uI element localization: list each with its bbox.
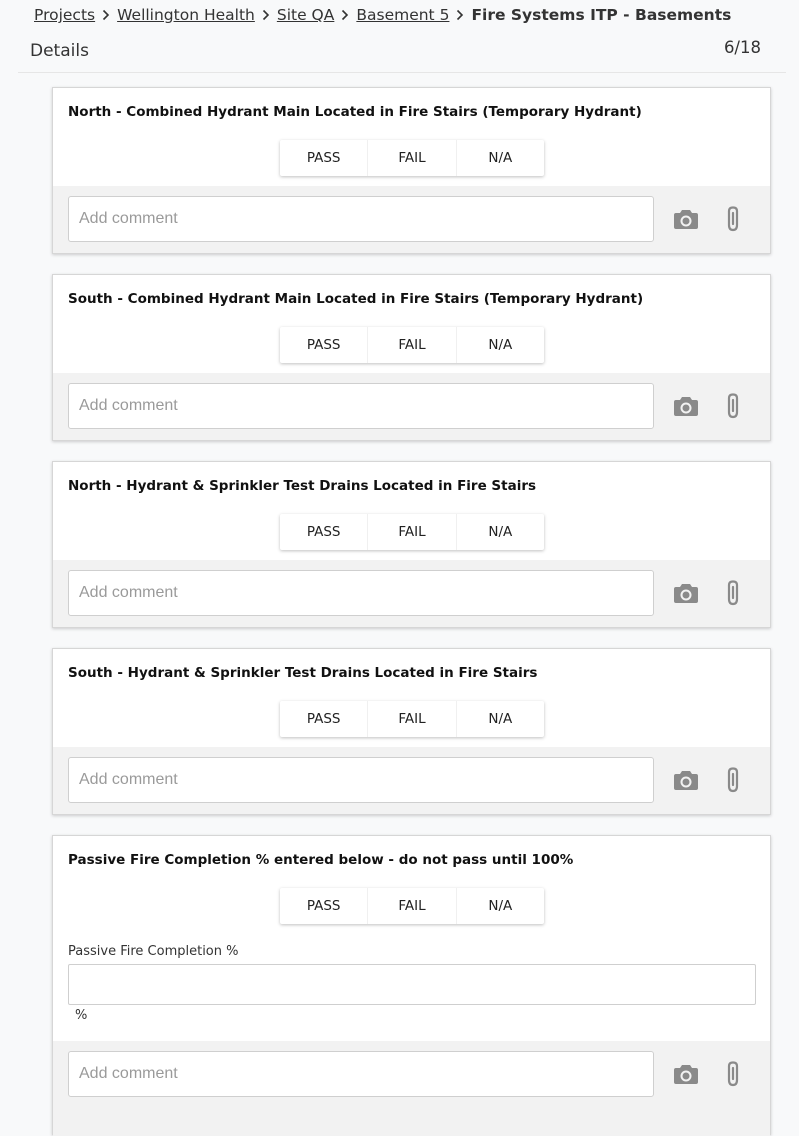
percent-unit: % <box>75 1008 88 1023</box>
breadcrumb: Projects Wellington Health Site QA Basem… <box>34 5 731 25</box>
fail-button[interactable]: FAIL <box>368 327 457 363</box>
comment-input[interactable] <box>68 196 654 242</box>
na-button[interactable]: N/A <box>457 888 544 924</box>
progress-count: 6/18 <box>723 38 761 57</box>
pass-button[interactable]: PASS <box>280 701 369 737</box>
breadcrumb-current: Fire Systems ITP - Basements <box>471 6 732 24</box>
pass-button[interactable]: PASS <box>280 888 369 924</box>
na-button[interactable]: N/A <box>457 514 544 550</box>
fail-button[interactable]: FAIL <box>368 701 457 737</box>
camera-icon[interactable] <box>673 394 699 418</box>
comment-input[interactable] <box>68 1051 654 1097</box>
fail-button[interactable]: FAIL <box>368 888 457 924</box>
checklist-item: North - Hydrant & Sprinkler Test Drains … <box>52 461 771 628</box>
fail-button[interactable]: FAIL <box>368 514 457 550</box>
comment-area <box>53 1041 770 1136</box>
na-button[interactable]: N/A <box>457 327 544 363</box>
comment-area <box>53 373 770 440</box>
result-toggle: PASS FAIL N/A <box>280 327 544 363</box>
na-button[interactable]: N/A <box>457 701 544 737</box>
paperclip-icon[interactable] <box>725 205 743 233</box>
checklist-item: South - Hydrant & Sprinkler Test Drains … <box>52 648 771 815</box>
fail-button[interactable]: FAIL <box>368 140 457 176</box>
pass-button[interactable]: PASS <box>280 327 369 363</box>
result-toggle: PASS FAIL N/A <box>280 701 544 737</box>
paperclip-icon[interactable] <box>725 1060 743 1088</box>
paperclip-icon[interactable] <box>725 579 743 607</box>
result-toggle: PASS FAIL N/A <box>280 140 544 176</box>
breadcrumb-basement-5[interactable]: Basement 5 <box>356 6 449 24</box>
checklist-item: Passive Fire Completion % entered below … <box>52 835 771 1136</box>
item-title: South - Hydrant & Sprinkler Test Drains … <box>68 665 538 681</box>
breadcrumb-site-qa[interactable]: Site QA <box>277 6 335 24</box>
details-header: Details 6/18 <box>18 36 786 73</box>
comment-input[interactable] <box>68 570 654 616</box>
na-button[interactable]: N/A <box>457 140 544 176</box>
item-title: South - Combined Hydrant Main Located in… <box>68 291 644 307</box>
checklist-item: South - Combined Hydrant Main Located in… <box>52 274 771 441</box>
item-title: North - Hydrant & Sprinkler Test Drains … <box>68 478 537 494</box>
completion-field-label: Passive Fire Completion % <box>68 944 239 959</box>
comment-input[interactable] <box>68 757 654 803</box>
breadcrumb-wellington-health[interactable]: Wellington Health <box>117 6 255 24</box>
paperclip-icon[interactable] <box>725 766 743 794</box>
completion-percent-input[interactable] <box>68 964 756 1005</box>
chevron-right-icon <box>341 9 349 21</box>
chevron-right-icon <box>102 9 110 21</box>
chevron-right-icon <box>456 9 464 21</box>
camera-icon[interactable] <box>673 207 699 231</box>
result-toggle: PASS FAIL N/A <box>280 514 544 550</box>
chevron-right-icon <box>262 9 270 21</box>
comment-input[interactable] <box>68 383 654 429</box>
breadcrumb-projects[interactable]: Projects <box>34 6 95 24</box>
camera-icon[interactable] <box>673 768 699 792</box>
result-toggle: PASS FAIL N/A <box>280 888 544 924</box>
item-title: North - Combined Hydrant Main Located in… <box>68 104 642 120</box>
page-title: Details <box>30 41 89 61</box>
checklist-item: North - Combined Hydrant Main Located in… <box>52 87 771 254</box>
pass-button[interactable]: PASS <box>280 140 369 176</box>
comment-area <box>53 186 770 253</box>
comment-area <box>53 560 770 627</box>
paperclip-icon[interactable] <box>725 392 743 420</box>
comment-area <box>53 747 770 814</box>
camera-icon[interactable] <box>673 581 699 605</box>
camera-icon[interactable] <box>673 1062 699 1086</box>
pass-button[interactable]: PASS <box>280 514 369 550</box>
item-title: Passive Fire Completion % entered below … <box>68 852 574 868</box>
